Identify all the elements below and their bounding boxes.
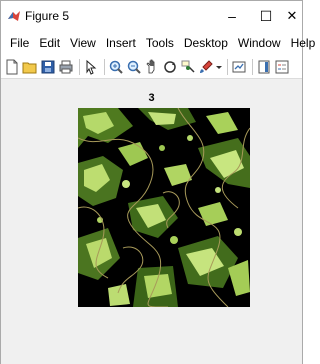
- zoom-out-icon[interactable]: [126, 59, 142, 75]
- segmented-foliage-image[interactable]: [78, 108, 250, 307]
- toolbar-separator: [252, 58, 253, 75]
- title-bar[interactable]: Figure 5 – ☐ ✕: [1, 1, 302, 31]
- maximize-button[interactable]: ☐: [249, 1, 283, 31]
- menu-file[interactable]: File: [5, 36, 34, 50]
- brush-icon[interactable]: [198, 59, 214, 75]
- open-file-icon[interactable]: [22, 59, 38, 75]
- menu-edit[interactable]: Edit: [34, 36, 65, 50]
- minimize-button[interactable]: –: [215, 1, 249, 31]
- pointer-icon[interactable]: [83, 59, 99, 75]
- colorbar-icon[interactable]: [256, 59, 272, 75]
- figure-canvas[interactable]: 3: [1, 80, 302, 364]
- link-plot-icon[interactable]: [231, 59, 247, 75]
- menu-view[interactable]: View: [65, 36, 101, 50]
- menu-help[interactable]: Help: [286, 36, 320, 50]
- pan-icon[interactable]: [144, 59, 160, 75]
- figure-window: Figure 5 – ☐ ✕ File Edit View Insert Too…: [0, 0, 315, 364]
- menu-bar: File Edit View Insert Tools Desktop Wind…: [1, 31, 315, 55]
- matlab-icon: [8, 11, 20, 21]
- new-figure-icon[interactable]: [4, 59, 20, 75]
- menu-window[interactable]: Window: [233, 36, 286, 50]
- print-icon[interactable]: [58, 59, 74, 75]
- rotate-3d-icon[interactable]: [162, 59, 178, 75]
- save-icon[interactable]: [40, 59, 56, 75]
- toolbar-separator: [79, 58, 80, 75]
- figure-toolbar: [1, 55, 302, 79]
- toolbar-separator: [104, 58, 105, 75]
- dropdown-arrow-icon[interactable]: [216, 59, 222, 75]
- toolbar-separator: [227, 58, 228, 75]
- zoom-in-icon[interactable]: [108, 59, 124, 75]
- foliage-mask-graphic: [78, 108, 250, 307]
- window-title: Figure 5: [25, 9, 70, 23]
- legend-icon[interactable]: [274, 59, 290, 75]
- menu-desktop[interactable]: Desktop: [179, 36, 233, 50]
- close-button[interactable]: ✕: [281, 1, 303, 31]
- menu-tools[interactable]: Tools: [141, 36, 179, 50]
- menu-insert[interactable]: Insert: [101, 36, 141, 50]
- axes-title: 3: [148, 92, 155, 104]
- data-cursor-icon[interactable]: [180, 59, 196, 75]
